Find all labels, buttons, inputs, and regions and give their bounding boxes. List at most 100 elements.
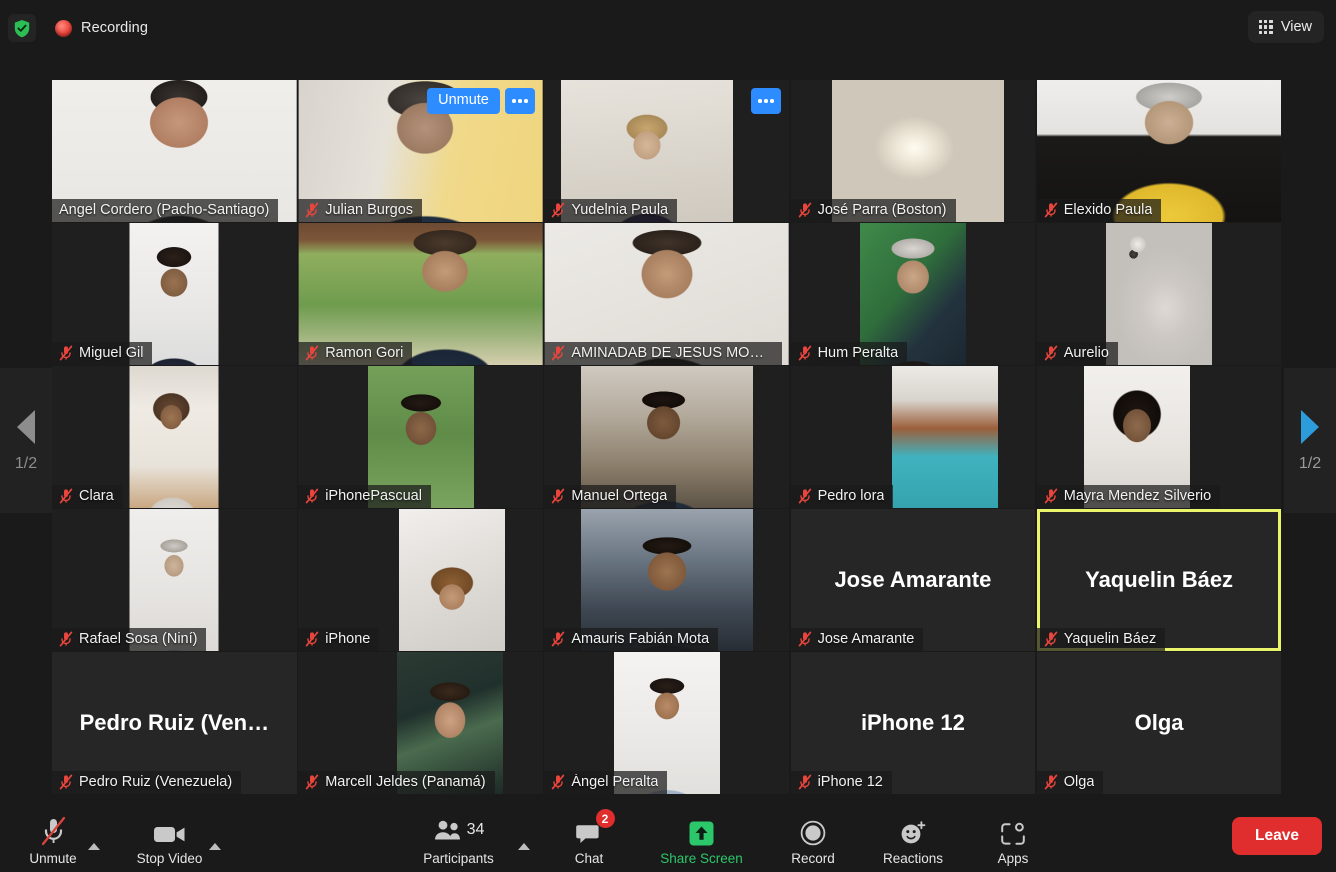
stop-video-button[interactable]: Stop Video bbox=[122, 814, 217, 866]
participant-tile[interactable]: Unmute Julian Burgos bbox=[298, 80, 543, 222]
apps-icon bbox=[1000, 814, 1026, 846]
chat-label: Chat bbox=[574, 851, 604, 866]
muted-microphone-icon bbox=[59, 631, 73, 647]
video-options-chevron-up-icon[interactable] bbox=[209, 843, 221, 850]
muted-microphone-icon bbox=[551, 345, 565, 361]
chat-unread-badge: 2 bbox=[595, 809, 615, 828]
participant-name: Yudelnia Paula bbox=[571, 201, 669, 218]
participant-name: Angel Cordero (Pacho-Santiago) bbox=[59, 201, 270, 218]
participant-name: Amauris Fabián Mota bbox=[571, 630, 710, 647]
next-page-button[interactable]: 1/2 bbox=[1284, 368, 1336, 513]
participant-name: iPhone bbox=[325, 630, 371, 647]
participant-tile[interactable]: Hum Peralta bbox=[790, 223, 1036, 365]
participant-nameplate: Manuel Ortega bbox=[544, 484, 677, 508]
participant-tile[interactable]: Olga Olga bbox=[1036, 652, 1282, 794]
participant-tile[interactable]: Ángel Peralta bbox=[544, 652, 790, 794]
participant-nameplate: Hum Peralta bbox=[790, 341, 908, 365]
participant-tile[interactable]: Pedro lora bbox=[790, 366, 1036, 508]
leave-button[interactable]: Leave bbox=[1232, 817, 1322, 855]
participant-name: Pedro Ruiz (Venezuela) bbox=[79, 773, 233, 790]
participant-tile[interactable]: Yudelnia Paula bbox=[544, 80, 790, 222]
tile-hover-controls: Unmute bbox=[427, 88, 535, 114]
reactions-button[interactable]: Reactions bbox=[866, 814, 960, 866]
participant-nameplate: iPhone bbox=[298, 627, 380, 651]
unmute-button[interactable]: Unmute bbox=[427, 88, 500, 114]
video-feed bbox=[891, 366, 998, 508]
participant-nameplate: Angel Cordero (Pacho-Santiago) bbox=[52, 198, 279, 222]
share-screen-label: Share Screen bbox=[660, 851, 743, 866]
recording-indicator[interactable]: Recording bbox=[55, 14, 148, 42]
participant-tile[interactable]: Aurelio bbox=[1036, 223, 1282, 365]
participant-tile[interactable]: Manuel Ortega bbox=[544, 366, 790, 508]
page-indicator-prev: 1/2 bbox=[14, 455, 38, 472]
participants-options-chevron-up-icon[interactable] bbox=[518, 843, 530, 850]
participant-gallery: Angel Cordero (Pacho-Santiago) Unmute Ju… bbox=[52, 80, 1284, 800]
participant-tile[interactable]: iPhonePascual bbox=[298, 366, 543, 508]
muted-microphone-icon bbox=[305, 202, 319, 218]
participant-tile[interactable]: Amauris Fabián Mota bbox=[544, 509, 790, 651]
participant-name: iPhonePascual bbox=[325, 487, 422, 504]
participant-tile[interactable]: Angel Cordero (Pacho-Santiago) bbox=[52, 80, 297, 222]
participants-button[interactable]: 34 Participants bbox=[410, 814, 507, 866]
participant-tile[interactable]: iPhone bbox=[298, 509, 543, 651]
chat-button[interactable]: 2 Chat bbox=[556, 809, 622, 866]
encryption-shield-icon[interactable] bbox=[8, 14, 36, 42]
unmute-button[interactable]: Unmute bbox=[22, 814, 84, 866]
participant-name: Manuel Ortega bbox=[571, 487, 668, 504]
muted-microphone-icon bbox=[305, 631, 319, 647]
recording-indicator-icon bbox=[55, 19, 72, 37]
view-button[interactable]: View bbox=[1247, 11, 1324, 43]
share-screen-button[interactable]: Share Screen bbox=[645, 814, 758, 866]
participant-tile[interactable]: Marcell Jeldes (Panamá) bbox=[298, 652, 543, 794]
participant-tile[interactable]: Mayra Mendez Silverio bbox=[1036, 366, 1282, 508]
participant-nameplate: Elexido Paula bbox=[1036, 198, 1162, 222]
page-indicator-next: 1/2 bbox=[1298, 455, 1322, 472]
record-label: Record bbox=[791, 851, 835, 866]
participant-name: Mayra Mendez Silverio bbox=[1063, 487, 1212, 504]
gallery-row: Angel Cordero (Pacho-Santiago) Unmute Ju… bbox=[52, 80, 1284, 222]
recording-label: Recording bbox=[81, 20, 148, 36]
participant-tile[interactable]: Elexido Paula bbox=[1036, 80, 1282, 222]
muted-microphone-icon bbox=[1044, 774, 1058, 790]
participant-name: Ángel Peralta bbox=[571, 773, 659, 790]
gallery-row: Pedro Ruiz (Ven… Pedro Ruiz (Venezuela) … bbox=[52, 652, 1284, 794]
participant-tile[interactable]: Rafael Sosa (Niní) bbox=[52, 509, 297, 651]
participant-tile[interactable]: iPhone 12 iPhone 12 bbox=[790, 652, 1036, 794]
muted-microphone-icon bbox=[798, 345, 812, 361]
participant-nameplate: Jose Amarante bbox=[790, 627, 924, 651]
share-screen-up-arrow-icon bbox=[688, 814, 715, 846]
participant-tile[interactable]: José Parra (Boston) bbox=[790, 80, 1036, 222]
muted-microphone-icon bbox=[59, 488, 73, 504]
participant-tile[interactable]: Pedro Ruiz (Ven… Pedro Ruiz (Venezuela) bbox=[52, 652, 297, 794]
previous-page-button[interactable]: 1/2 bbox=[0, 368, 52, 513]
audio-options-chevron-up-icon[interactable] bbox=[88, 843, 100, 850]
meeting-toolbar: Unmute Stop Video 34 Participants 2 Chat… bbox=[0, 800, 1336, 872]
apps-button[interactable]: Apps bbox=[981, 814, 1045, 866]
participant-tile[interactable]: Ramon Gori bbox=[298, 223, 543, 365]
smiley-plus-icon bbox=[899, 814, 927, 846]
participant-name: Jose Amarante bbox=[817, 630, 915, 647]
participant-tile[interactable]: Jose Amarante Jose Amarante bbox=[790, 509, 1036, 651]
video-person bbox=[129, 366, 219, 508]
participant-name: Rafael Sosa (Niní) bbox=[79, 630, 198, 647]
muted-microphone-icon bbox=[305, 345, 319, 361]
participant-tile[interactable]: AMINADAB DE JESUS MON… bbox=[544, 223, 790, 365]
more-options-button[interactable] bbox=[751, 88, 782, 114]
participant-tile[interactable]: Clara bbox=[52, 366, 297, 508]
chat-bubble-icon: 2 bbox=[575, 809, 615, 846]
participant-name: Julian Burgos bbox=[325, 201, 414, 218]
participant-name: AMINADAB DE JESUS MON… bbox=[571, 344, 773, 361]
participant-tile[interactable]: Miguel Gil bbox=[52, 223, 297, 365]
microphone-muted-icon bbox=[40, 814, 67, 846]
muted-microphone-icon bbox=[798, 631, 812, 647]
muted-microphone-icon bbox=[59, 774, 73, 790]
top-bar: Recording View bbox=[0, 0, 1336, 55]
gallery-row: Rafael Sosa (Niní) iPhone Amauris Fabián… bbox=[52, 509, 1284, 651]
participant-tile-selected[interactable]: Yaquelin Báez Yaquelin Báez bbox=[1036, 509, 1282, 651]
more-options-button[interactable] bbox=[504, 88, 535, 114]
record-button[interactable]: Record bbox=[775, 814, 851, 866]
participant-nameplate: Pedro lora bbox=[790, 484, 894, 508]
participant-name: Yaquelin Báez bbox=[1063, 630, 1157, 647]
participant-name: Marcell Jeldes (Panamá) bbox=[325, 773, 486, 790]
participants-count: 34 bbox=[466, 821, 485, 838]
